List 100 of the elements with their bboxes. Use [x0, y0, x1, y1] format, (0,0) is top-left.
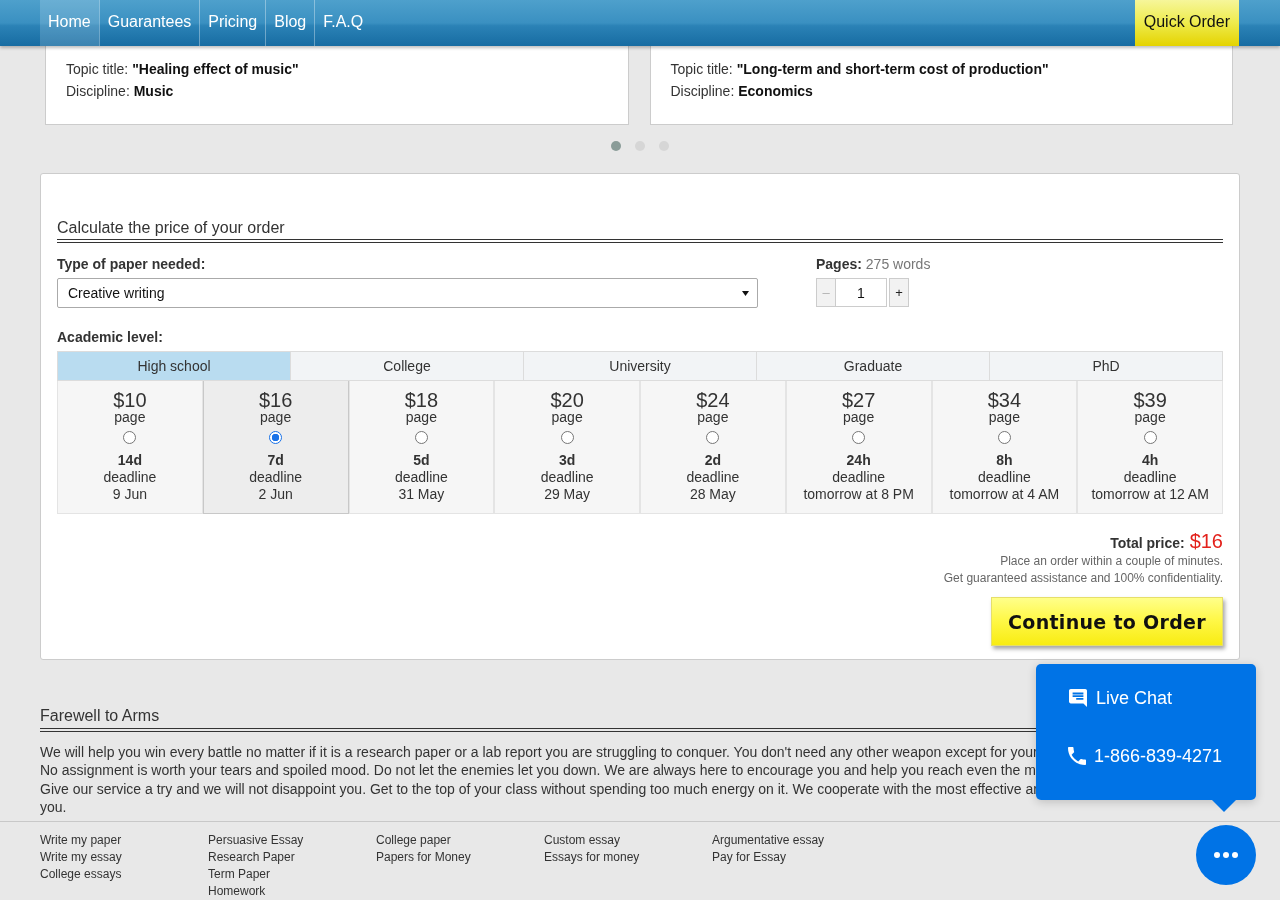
- continue-to-order-button[interactable]: Continue to Order: [991, 597, 1223, 646]
- date-text: 28 May: [689, 486, 736, 503]
- deadline-option[interactable]: $10 page 14d deadline 9 Jun: [57, 381, 203, 514]
- date-text: tomorrow at 12 AM: [1091, 486, 1209, 503]
- chat-menu-button[interactable]: [1196, 825, 1256, 885]
- footer-link[interactable]: Research Paper: [208, 850, 295, 865]
- deadline-option[interactable]: $24 page 2d deadline 28 May: [640, 381, 786, 514]
- duration-text: 7d: [267, 452, 284, 469]
- deadline-radio[interactable]: [269, 431, 283, 444]
- increment-button[interactable]: +: [889, 278, 909, 307]
- date-text: tomorrow at 8 PM: [803, 486, 914, 503]
- discipline-text: Discipline: Economics: [670, 82, 813, 101]
- level-tab[interactable]: University: [524, 351, 757, 381]
- level-tab[interactable]: Graduate: [757, 351, 990, 381]
- duration-text: 24h: [846, 452, 871, 469]
- quick-order-button[interactable]: Quick Order: [1134, 0, 1239, 46]
- deadline-option[interactable]: $20 page 3d deadline 29 May: [494, 381, 640, 514]
- duration-text: 14d: [117, 452, 142, 469]
- deadline-option[interactable]: $16 page 7d deadline 2 Jun: [202, 381, 349, 514]
- duration-text: 5d: [413, 452, 430, 469]
- calculator-title: Calculate the price of your order: [57, 218, 285, 238]
- pages-input[interactable]: 1: [836, 278, 887, 307]
- duration-text: 8h: [996, 452, 1013, 469]
- date-text: 9 Jun: [112, 486, 147, 503]
- deadline-option[interactable]: $27 page 24h deadline tomorrow at 8 PM: [785, 381, 932, 514]
- deadline-option[interactable]: $39 page 4h deadline tomorrow at 12 AM: [1077, 381, 1223, 514]
- phone-icon: [1068, 747, 1086, 765]
- unit-text: page: [988, 411, 1020, 424]
- duration-text: 4h: [1141, 452, 1159, 469]
- price-text: $18: [404, 389, 439, 411]
- footer-link[interactable]: Pay for Essay: [712, 850, 787, 865]
- deadline-caption: deadline: [540, 469, 594, 486]
- deadline-caption: deadline: [686, 469, 740, 486]
- price-text: $27: [841, 389, 876, 411]
- price-text: $10: [113, 389, 147, 411]
- unit-text: page: [697, 411, 729, 424]
- deadline-caption: deadline: [977, 469, 1031, 486]
- footer-link[interactable]: Persuasive Essay: [208, 833, 304, 848]
- footer-link[interactable]: Write my essay: [40, 850, 122, 865]
- price-text: $34: [987, 389, 1022, 411]
- deadline-option[interactable]: $18 page 5d deadline 31 May: [348, 381, 495, 514]
- footer-link[interactable]: College essays: [40, 867, 122, 882]
- level-tab[interactable]: High school: [57, 351, 291, 381]
- footer-link[interactable]: Essays for money: [544, 850, 640, 865]
- discipline-text: Discipline: Music: [66, 82, 174, 101]
- paper-type-select[interactable]: Creative writing: [57, 278, 758, 308]
- footer-link[interactable]: Papers for Money: [376, 850, 471, 865]
- deadline-radio[interactable]: [414, 431, 428, 444]
- unit-text: page: [114, 411, 146, 424]
- deadline-caption: deadline: [249, 469, 303, 486]
- unit-text: page: [843, 411, 875, 424]
- deadline-option[interactable]: $34 page 8h deadline tomorrow at 4 AM: [931, 381, 1078, 514]
- deadline-caption: deadline: [832, 469, 886, 486]
- phone-link[interactable]: 1-866-839-4271: [1068, 744, 1223, 768]
- article-title: Farewell to Arms: [40, 706, 160, 726]
- academic-level-label: Academic level:: [57, 329, 163, 345]
- total-price-value: $16: [1189, 530, 1223, 552]
- footer-link[interactable]: College paper: [376, 833, 451, 848]
- date-text: 2 Jun: [258, 486, 293, 503]
- duration-text: 2d: [704, 452, 722, 469]
- price-text: $39: [1133, 389, 1167, 411]
- unit-text: page: [551, 411, 583, 424]
- footer-link[interactable]: Write my paper: [40, 833, 122, 848]
- price-text: $16: [258, 389, 293, 411]
- live-chat-link[interactable]: Live Chat: [1068, 686, 1173, 710]
- level-tab[interactable]: College: [291, 351, 524, 381]
- total-price-label: Total price:: [1110, 535, 1185, 551]
- price-text: $20: [550, 389, 584, 411]
- unit-text: page: [260, 411, 292, 424]
- deadline-caption: deadline: [394, 469, 448, 486]
- deadline-radio[interactable]: [123, 431, 137, 444]
- chat-icon: [1068, 689, 1088, 707]
- unit-text: page: [1134, 411, 1166, 424]
- total-note: Place an order within a couple of minutes.: [1000, 553, 1223, 570]
- deadline-caption: deadline: [1123, 469, 1177, 486]
- deadline-radio[interactable]: [852, 431, 866, 444]
- deadline-radio[interactable]: [560, 431, 574, 444]
- caret-icon: [742, 290, 749, 296]
- ellipsis-icon: [1214, 852, 1238, 858]
- carousel-dot[interactable]: [611, 141, 621, 151]
- footer-link[interactable]: Term Paper: [208, 867, 271, 882]
- date-text: 31 May: [398, 486, 445, 503]
- footer-link[interactable]: Homework: [208, 884, 266, 899]
- total-note: Get guaranteed assistance and 100% confidentiality.: [943, 570, 1223, 587]
- pages-label: Pages: 275 words: [816, 256, 931, 272]
- topic-title-text: Topic title: "Healing effect of music": [66, 60, 299, 79]
- unit-text: page: [405, 411, 437, 424]
- footer-link[interactable]: Custom essay: [544, 833, 621, 848]
- paper-type-label: Type of paper needed:: [57, 256, 206, 272]
- footer-link[interactable]: Argumentative essay: [712, 833, 825, 848]
- price-text: $24: [696, 389, 730, 411]
- deadline-radio[interactable]: [1143, 431, 1157, 444]
- topic-title-text: Topic title: "Long-term and short-term cost of production": [670, 60, 1049, 79]
- level-tab[interactable]: PhD: [990, 351, 1223, 381]
- deadline-caption: deadline: [103, 469, 157, 486]
- duration-text: 3d: [558, 452, 576, 469]
- deadline-radio[interactable]: [997, 431, 1011, 444]
- date-text: 29 May: [544, 486, 591, 503]
- date-text: tomorrow at 4 AM: [949, 486, 1060, 503]
- deadline-radio[interactable]: [706, 431, 720, 444]
